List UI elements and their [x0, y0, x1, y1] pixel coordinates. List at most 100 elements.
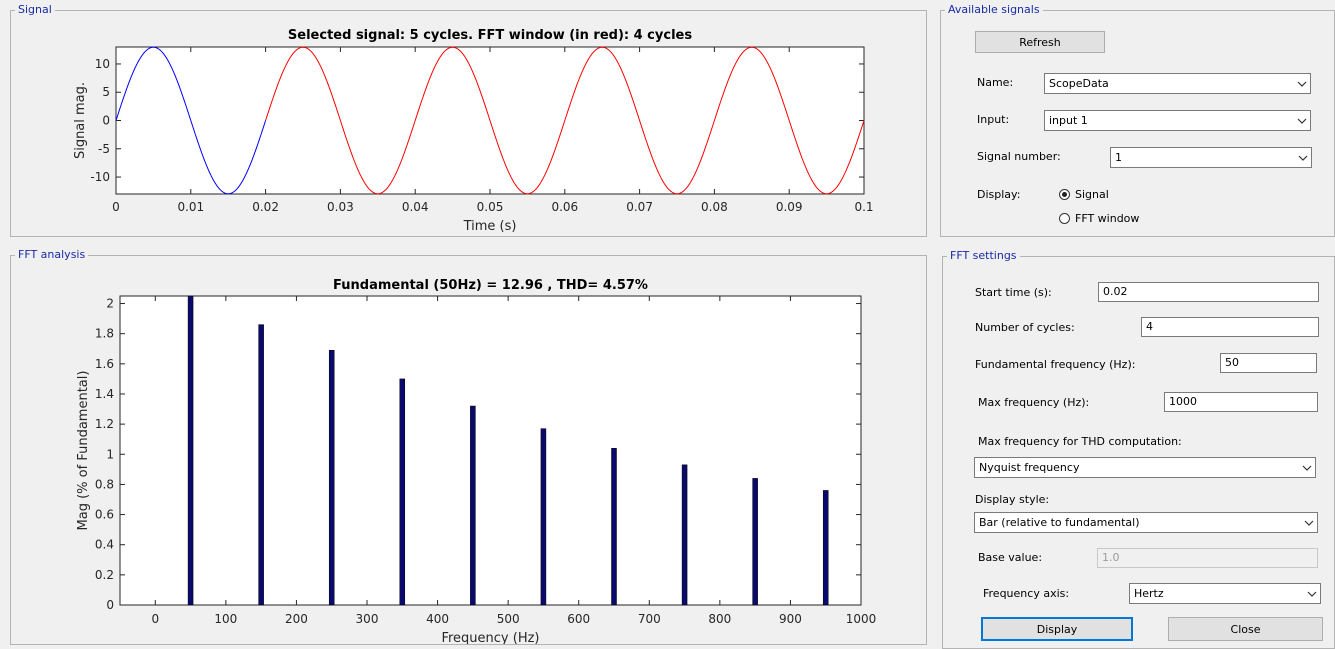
input-select-value: input 1	[1049, 114, 1088, 127]
chart-title: Selected signal: 5 cycles. FFT window (i…	[288, 28, 692, 43]
fft-bar	[258, 324, 264, 606]
display-signal-radio[interactable]: Signal	[1059, 188, 1109, 201]
signal-chart: Selected signal: 5 cycles. FFT window (i…	[73, 28, 874, 234]
y-tick-label: -10	[90, 170, 110, 184]
input-label: Input:	[977, 113, 1010, 126]
display-signal-label: Signal	[1075, 188, 1109, 201]
fft-bar	[822, 490, 829, 606]
name-select[interactable]: ScopeData	[1044, 73, 1311, 94]
chevron-down-icon	[1294, 111, 1310, 130]
frequency-axis-select[interactable]: Hertz	[1129, 583, 1321, 604]
start-time-label: Start time (s):	[975, 286, 1052, 299]
display-label: Display:	[977, 188, 1021, 201]
base-value-input: 1.0	[1097, 548, 1318, 568]
chart-title: Fundamental (50Hz) = 12.96 , THD= 4.57%	[333, 278, 648, 293]
signal-number-select[interactable]: 1	[1110, 147, 1312, 168]
thd-frequency-label: Max frequency for THD computation:	[978, 435, 1182, 448]
display-style-select[interactable]: Bar (relative to fundamental)	[974, 512, 1318, 533]
fft-bar	[752, 478, 758, 606]
y-tick-label: 0.4	[95, 538, 114, 552]
fft-bar	[540, 428, 547, 606]
y-tick-label: 0.8	[95, 477, 114, 491]
x-tick-label: 0	[151, 612, 159, 626]
fundamental-frequency-input[interactable]: 50	[1220, 353, 1317, 373]
y-tick-label: -5	[98, 142, 110, 156]
max-frequency-input[interactable]: 1000	[1164, 392, 1318, 412]
display-fft-window-radio[interactable]: FFT window	[1059, 212, 1139, 225]
x-tick-label: 500	[497, 612, 520, 626]
name-select-value: ScopeData	[1049, 77, 1109, 90]
fft-settings-title: FFT settings	[947, 249, 1020, 263]
x-tick-label: 100	[214, 612, 237, 626]
x-tick-label: 1000	[846, 612, 877, 626]
fft-bar	[187, 295, 194, 606]
cycles-label: Number of cycles:	[975, 321, 1075, 334]
x-axis-label: Time (s)	[463, 219, 517, 234]
fft-bar	[470, 405, 476, 606]
signal-panel-title: Signal	[15, 3, 55, 17]
x-tick-label: 300	[356, 612, 379, 626]
fft-bar	[399, 378, 406, 606]
name-label: Name:	[977, 76, 1014, 89]
x-tick-label: 0.04	[402, 200, 429, 214]
y-tick-label: 1	[106, 447, 114, 461]
fundamental-frequency-label: Fundamental frequency (Hz):	[975, 358, 1136, 371]
y-tick-label: 0.2	[95, 568, 114, 582]
x-tick-label: 400	[426, 612, 449, 626]
radio-unselected-icon	[1059, 213, 1070, 224]
y-axis-label: Signal mag.	[73, 82, 88, 159]
cycles-input[interactable]: 4	[1141, 317, 1319, 337]
plot-area	[119, 295, 862, 606]
fft-bar	[681, 464, 688, 606]
display-style-label: Display style:	[975, 493, 1050, 506]
y-tick-label: 1.6	[95, 357, 114, 371]
radio-selected-icon	[1059, 189, 1070, 200]
max-frequency-label: Max frequency (Hz):	[978, 396, 1090, 409]
x-tick-label: 0	[112, 200, 120, 214]
x-tick-label: 0.05	[477, 200, 504, 214]
close-button[interactable]: Close	[1168, 617, 1323, 641]
chevron-down-icon	[1304, 584, 1320, 603]
x-tick-label: 0.08	[701, 200, 728, 214]
chevron-down-icon	[1301, 513, 1317, 532]
chevron-down-icon	[1295, 148, 1311, 167]
y-tick-label: 5	[102, 85, 110, 99]
thd-frequency-select[interactable]: Nyquist frequency	[974, 457, 1316, 478]
y-tick-label: 0.6	[95, 508, 114, 522]
x-tick-label: 900	[779, 612, 802, 626]
x-tick-label: 0.06	[551, 200, 578, 214]
x-tick-label: 0.01	[177, 200, 204, 214]
x-tick-label: 0.03	[327, 200, 354, 214]
thd-frequency-value: Nyquist frequency	[979, 461, 1080, 474]
y-tick-label: 1.4	[95, 387, 114, 401]
frequency-axis-value: Hertz	[1134, 587, 1164, 600]
x-tick-label: 700	[638, 612, 661, 626]
display-style-value: Bar (relative to fundamental)	[979, 516, 1140, 529]
signal-number-value: 1	[1115, 151, 1122, 164]
fft-bar	[611, 447, 617, 606]
x-tick-label: 0.07	[626, 200, 653, 214]
refresh-button[interactable]: Refresh	[975, 31, 1105, 53]
start-time-input[interactable]: 0.02	[1098, 282, 1319, 302]
frequency-axis-label: Frequency axis:	[983, 587, 1070, 600]
chevron-down-icon	[1294, 74, 1310, 93]
display-button[interactable]: Display	[981, 617, 1133, 641]
x-axis-label: Frequency (Hz)	[441, 631, 539, 644]
y-tick-label: 1.8	[95, 327, 114, 341]
y-tick-label: 0	[106, 598, 114, 612]
x-tick-label: 0.1	[854, 200, 873, 214]
fft-bar	[328, 350, 335, 606]
input-select[interactable]: input 1	[1044, 110, 1311, 131]
display-fft-window-label: FFT window	[1075, 212, 1140, 225]
y-tick-label: 1.2	[95, 417, 114, 431]
y-tick-label: 0	[102, 114, 110, 128]
x-tick-label: 0.02	[252, 200, 279, 214]
available-signals-title: Available signals	[945, 3, 1043, 17]
x-tick-label: 0.09	[776, 200, 803, 214]
fft-analysis-panel-title: FFT analysis	[15, 248, 89, 262]
fft-chart: Fundamental (50Hz) = 12.96 , THD= 4.57% 0…	[76, 278, 877, 644]
y-tick-label: 10	[95, 57, 110, 71]
x-tick-label: 200	[285, 612, 308, 626]
base-value-label: Base value:	[978, 551, 1043, 564]
chevron-down-icon	[1299, 458, 1315, 477]
